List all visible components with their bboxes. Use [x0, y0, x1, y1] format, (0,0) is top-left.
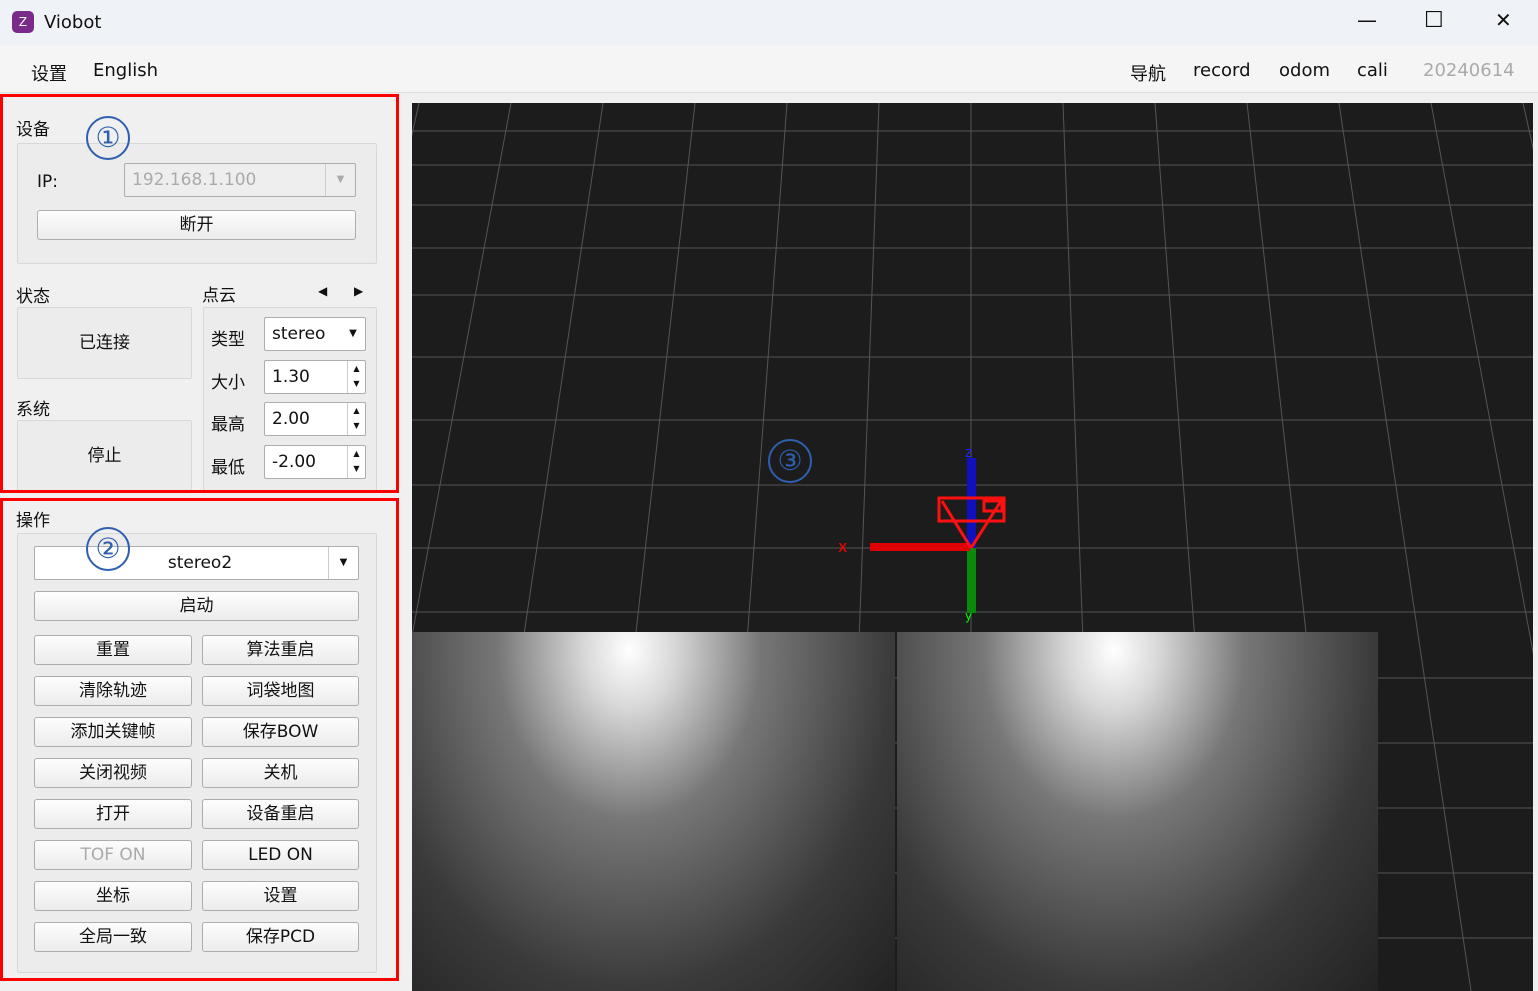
type-label: 类型	[211, 330, 245, 350]
max-label: 最高	[211, 415, 245, 435]
chevron-down-icon: ▼	[349, 328, 357, 339]
close-video-button[interactable]: 关闭视频	[34, 758, 192, 788]
spin-arrows-icon[interactable]: ▲ ▼	[347, 446, 365, 478]
start-button[interactable]: 启动	[34, 591, 359, 621]
version-label: 20240614	[1423, 60, 1515, 81]
device-group	[17, 143, 377, 264]
type-value: stereo	[272, 324, 326, 344]
chevron-down-icon: ▼	[325, 164, 355, 196]
mode-select[interactable]: stereo2 ▼	[34, 546, 359, 580]
reset-button[interactable]: 重置	[34, 635, 192, 665]
menu-record[interactable]: record	[1193, 60, 1251, 81]
shutdown-button[interactable]: 关机	[202, 758, 359, 788]
x-axis-label: x	[838, 537, 848, 556]
chevron-down-icon: ▼	[328, 547, 358, 579]
menu-cali[interactable]: cali	[1357, 60, 1388, 81]
status-value: 已连接	[17, 307, 192, 379]
led-on-button[interactable]: LED ON	[202, 840, 359, 870]
settings-button[interactable]: 设置	[202, 881, 359, 911]
size-label: 大小	[211, 373, 245, 393]
open-button[interactable]: 打开	[34, 799, 192, 829]
disconnect-button[interactable]: 断开	[37, 210, 356, 240]
save-pcd-button[interactable]: 保存PCD	[202, 922, 359, 952]
next-arrow-icon[interactable]: ▶	[354, 284, 363, 298]
bow-map-button[interactable]: 词袋地图	[202, 676, 359, 706]
toolbar: 设置 English 导航 record odom cali 20240614	[0, 45, 1538, 93]
y-axis-label: y	[965, 609, 973, 623]
y-axis	[967, 548, 976, 613]
menu-navigation[interactable]: 导航	[1130, 60, 1166, 86]
max-value: 2.00	[272, 409, 310, 429]
ip-label: IP:	[37, 172, 58, 192]
min-label: 最低	[211, 458, 245, 478]
spin-arrows-icon[interactable]: ▲ ▼	[347, 403, 365, 435]
size-value: 1.30	[272, 367, 310, 387]
minimize-button[interactable]: —	[1357, 8, 1377, 32]
clear-trajectory-button[interactable]: 清除轨迹	[34, 676, 192, 706]
pointcloud-title: 点云	[202, 286, 236, 306]
ops-title: 操作	[16, 511, 50, 531]
z-axis	[967, 458, 976, 548]
save-bow-button[interactable]: 保存BOW	[202, 717, 359, 747]
device-title: 设备	[16, 120, 50, 140]
z-axis-label: z	[965, 445, 973, 461]
mode-value: stereo2	[167, 553, 233, 573]
system-title: 系统	[16, 400, 50, 420]
device-restart-button[interactable]: 设备重启	[202, 799, 359, 829]
annotation-3: ③	[768, 439, 812, 483]
right-camera-image	[897, 632, 1378, 991]
menu-english[interactable]: English	[93, 60, 158, 81]
min-value: -2.00	[272, 452, 316, 472]
min-spinbox[interactable]: -2.00 ▲ ▼	[264, 445, 366, 479]
system-value: 停止	[17, 420, 192, 492]
3d-viewport[interactable]: x y z ③	[412, 103, 1533, 991]
app-logo-icon: Z	[12, 11, 34, 33]
annotation-1: ①	[86, 116, 130, 160]
max-spinbox[interactable]: 2.00 ▲ ▼	[264, 402, 366, 436]
window-title: Viobot	[44, 12, 102, 33]
annotation-2: ②	[86, 527, 130, 571]
title-bar: Z Viobot — ☐ ✕	[0, 0, 1538, 45]
type-select[interactable]: stereo ▼	[264, 317, 366, 351]
spin-arrows-icon[interactable]: ▲ ▼	[347, 361, 365, 393]
x-axis	[870, 543, 970, 551]
size-spinbox[interactable]: 1.30 ▲ ▼	[264, 360, 366, 394]
global-consistency-button[interactable]: 全局一致	[34, 922, 192, 952]
ip-value: 192.168.1.100	[132, 170, 257, 190]
coordinates-button[interactable]: 坐标	[34, 881, 192, 911]
menu-settings[interactable]: 设置	[31, 60, 67, 86]
add-keyframe-button[interactable]: 添加关键帧	[34, 717, 192, 747]
prev-arrow-icon[interactable]: ◀	[318, 284, 327, 298]
status-title: 状态	[16, 287, 50, 307]
maximize-button[interactable]: ☐	[1424, 8, 1444, 33]
ip-combobox[interactable]: 192.168.1.100 ▼	[124, 163, 356, 197]
tof-on-button[interactable]: TOF ON	[34, 840, 192, 870]
left-camera-image	[412, 632, 895, 991]
algorithm-restart-button[interactable]: 算法重启	[202, 635, 359, 665]
menu-odom[interactable]: odom	[1279, 60, 1330, 81]
close-button[interactable]: ✕	[1495, 8, 1512, 32]
